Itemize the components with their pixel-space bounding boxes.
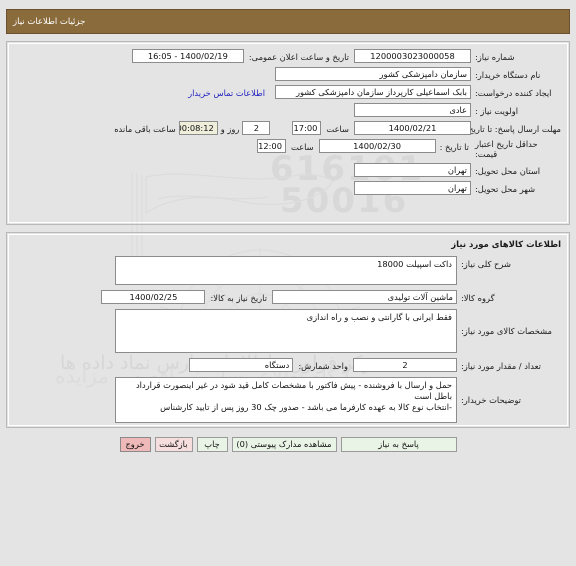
view-attachments-button[interactable]: مشاهده مدارک پیوستی (0) — [231, 437, 337, 452]
goods-panel-title: اطلاعات کالاهای مورد نیاز — [451, 240, 561, 250]
row-delivery-city: شهر محل تحویل: تهران — [15, 181, 561, 196]
exit-button[interactable]: خروج — [119, 437, 151, 452]
label-buyer-org: نام دستگاه خریدار: — [475, 70, 541, 80]
field-goods-group[interactable]: ماشین آلات تولیدی — [272, 290, 457, 304]
row-goods-spec: مشخصات کالای مورد نیاز: فقط ایرانی با گا… — [15, 309, 561, 353]
row-price-validity: حداقل تاریخ اعتبار قیمت: تا تاریخ : 1400… — [15, 139, 561, 159]
field-general-desc[interactable]: داکت اسپیلت 18000 — [115, 256, 457, 285]
label-unit: واحد شمارش: — [298, 361, 348, 371]
row-delivery-province: استان محل تحویل: تهران — [15, 163, 561, 178]
row-general-desc: شرح کلی نیاز: داکت اسپیلت 18000 — [15, 256, 561, 285]
page-root: جزئیات اطلاعات نیاز شماره نیاز: 12000030… — [0, 9, 576, 452]
field-requester[interactable]: بابک اسماعیلی کارپرداز سازمان دامپزشکی ک… — [275, 85, 471, 99]
label-price-validity-until: تا تاریخ : — [439, 142, 469, 152]
field-price-validity-date[interactable]: 1400/02/30 — [318, 139, 436, 153]
field-delivery-city[interactable]: تهران — [354, 181, 471, 196]
field-goods-spec[interactable]: فقط ایرانی با گارانتی و نصب و راه اندازی — [115, 309, 457, 353]
label-days-remaining: روز و — [220, 124, 240, 134]
label-buyer-notes: توضیحات خریدار: — [461, 395, 521, 405]
field-public-announce[interactable]: 1400/02/19 - 16:05 — [131, 49, 244, 63]
label-price-validity-text: حداقل تاریخ اعتبار قیمت: — [475, 139, 538, 159]
label-goods-spec: مشخصات کالای مورد نیاز: — [461, 326, 552, 336]
back-button[interactable]: بازگشت — [154, 437, 193, 452]
field-response-deadline-date[interactable]: 1400/02/21 — [354, 121, 471, 135]
page-title: جزئیات اطلاعات نیاز — [13, 16, 86, 27]
label-goods-group: گروه کالا: — [461, 293, 495, 303]
field-buyer-org[interactable]: سازمان دامپزشکی کشور — [275, 67, 471, 81]
label-countdown-remaining: ساعت باقی مانده — [114, 124, 176, 134]
page-header-bar: جزئیات اطلاعات نیاز — [6, 9, 570, 34]
field-price-validity-time[interactable]: 12:00 — [257, 139, 286, 153]
label-need-number: شماره نیاز: — [475, 52, 515, 62]
footer-button-bar: پاسخ به نیاز مشاهده مدارک پیوستی (0) چاپ… — [6, 437, 570, 452]
label-priority: اولویت نیاز : — [475, 106, 518, 116]
field-buyer-notes[interactable]: حمل و ارسال با فروشنده - پیش فاکتور با م… — [115, 377, 457, 423]
row-requester: ایجاد کننده درخواست: بابک اسماعیلی کارپر… — [15, 85, 561, 99]
goods-info-panel: اطلاعات کالاهای مورد نیاز شرح کلی نیاز: … — [6, 232, 570, 428]
row-buyer-org: نام دستگاه خریدار: سازمان دامپزشکی کشور — [15, 67, 561, 81]
label-delivery-province: استان محل تحویل: — [475, 166, 541, 177]
label-general-desc: شرح کلی نیاز: — [461, 259, 511, 269]
field-countdown-timer: 00:08:12 — [178, 121, 218, 135]
field-unit[interactable]: دستگاه — [189, 358, 294, 372]
row-need-number: شماره نیاز: 1200003023000058 تاریخ و ساع… — [15, 49, 561, 63]
row-goods-group: گروه کالا: ماشین آلات تولیدی تاریخ نیاز … — [15, 290, 561, 304]
field-response-deadline-time[interactable]: 17:00 — [292, 121, 322, 135]
row-priority: اولویت نیاز : عادی — [15, 103, 561, 117]
field-quantity[interactable]: 2 — [353, 358, 457, 372]
field-need-date[interactable]: 1400/02/25 — [101, 290, 206, 304]
field-delivery-province[interactable]: تهران — [354, 163, 471, 178]
buyer-contact-link[interactable]: اطلاعات تماس خریدار — [188, 85, 265, 98]
label-response-deadline: مهلت ارسال پاسخ: تا تاریخ : — [462, 124, 561, 134]
label-price-validity: حداقل تاریخ اعتبار قیمت: — [471, 139, 561, 159]
row-response-deadline: مهلت ارسال پاسخ: تا تاریخ : 1400/02/21 س… — [15, 121, 561, 135]
respond-to-need-button[interactable]: پاسخ به نیاز — [340, 437, 457, 452]
print-button[interactable]: چاپ — [196, 437, 228, 452]
need-info-panel: شماره نیاز: 1200003023000058 تاریخ و ساع… — [6, 41, 570, 225]
label-price-validity-time: ساعت — [291, 142, 314, 152]
field-days-remaining: 2 — [242, 121, 271, 135]
label-response-deadline-time: ساعت — [326, 124, 349, 134]
label-quantity: تعداد / مقدار مورد نیاز: — [461, 361, 541, 371]
label-delivery-city: شهر محل تحویل: — [475, 184, 536, 195]
field-priority[interactable]: عادی — [354, 103, 471, 117]
field-need-number[interactable]: 1200003023000058 — [354, 49, 471, 63]
row-quantity: تعداد / مقدار مورد نیاز: 2 واحد شمارش: د… — [15, 358, 561, 372]
row-buyer-notes: توضیحات خریدار: حمل و ارسال با فروشنده -… — [15, 377, 561, 423]
label-public-announce: تاریخ و ساعت اعلان عمومی: — [248, 52, 349, 62]
label-need-date: تاریخ نیاز به کالا: — [210, 293, 267, 303]
label-requester: ایجاد کننده درخواست: — [475, 88, 552, 98]
